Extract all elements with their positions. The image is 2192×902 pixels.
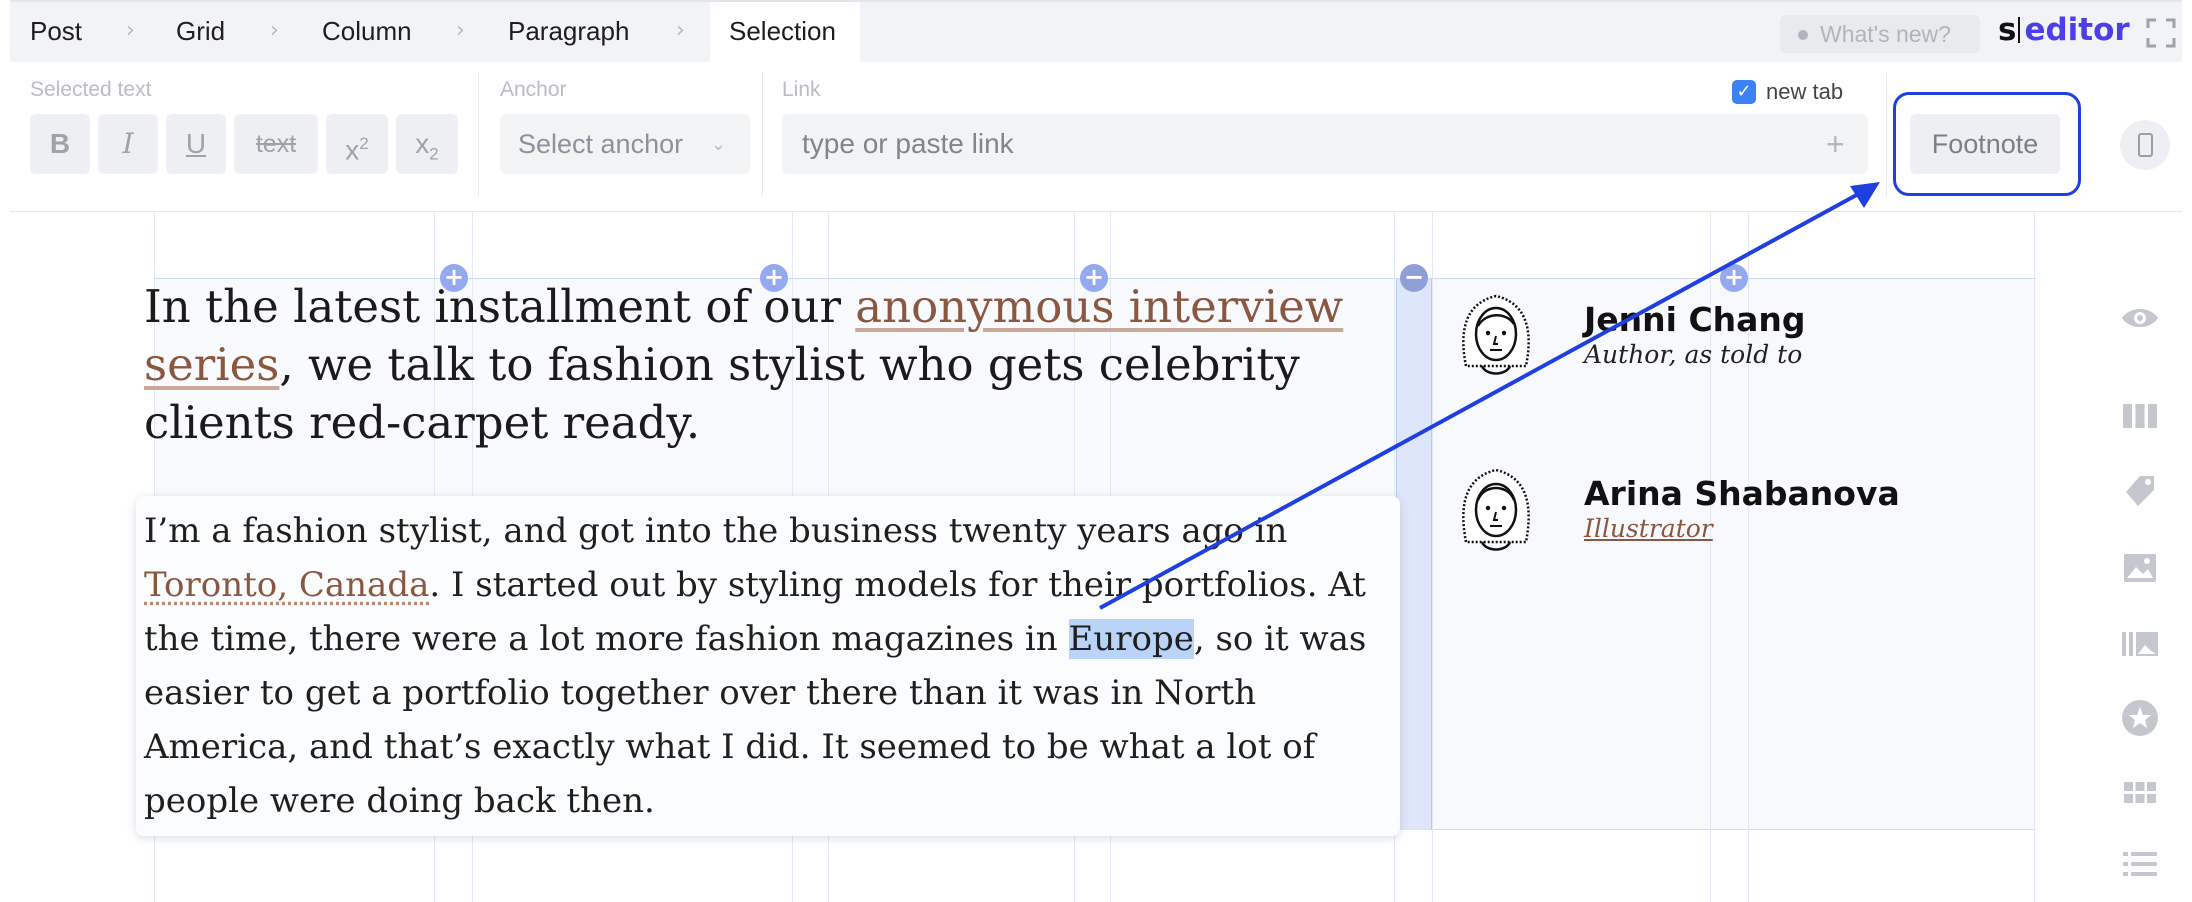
breadcrumb: Post › Grid › Column › Paragraph › Selec… <box>10 0 2182 64</box>
breadcrumb-post[interactable]: Post <box>30 16 82 47</box>
chevron-right-icon: › <box>456 18 465 43</box>
paragraph-link[interactable]: Toronto, Canada <box>144 565 429 605</box>
chevron-right-icon: › <box>270 18 279 43</box>
add-column-button[interactable]: + <box>1720 264 1748 292</box>
chevron-right-icon: › <box>126 18 135 43</box>
toolbar-divider <box>478 72 479 196</box>
column-gutter <box>1396 278 1432 830</box>
author-role[interactable]: Illustrator <box>1584 514 1713 543</box>
avatar-illustration-icon <box>1462 294 1530 375</box>
underline-button[interactable]: U <box>166 114 226 174</box>
star-icon[interactable] <box>2120 698 2160 738</box>
superscript-exp: 2 <box>359 134 369 153</box>
remove-column-button[interactable]: − <box>1400 264 1428 292</box>
list-icon[interactable] <box>2120 844 2160 884</box>
chevron-right-icon: › <box>676 18 685 43</box>
bold-button[interactable]: B <box>30 114 90 174</box>
strikethrough-button[interactable]: text <box>234 114 318 174</box>
eye-icon[interactable] <box>2120 298 2160 338</box>
new-tab-checkbox[interactable]: ✓ <box>1732 80 1756 104</box>
mobile-preview-button[interactable] <box>2120 120 2170 170</box>
subscript-exp: 2 <box>429 144 439 164</box>
app-logo: s editor <box>1998 12 2130 48</box>
whats-new-label: What's new? <box>1820 21 1951 47</box>
subscript-base: x <box>415 128 430 159</box>
selected-text[interactable]: Europe <box>1068 619 1194 659</box>
author-name: Jenni Chang <box>1584 300 1806 339</box>
selection-toolbar: Selected text B I U text x2 x2 Anchor Se… <box>10 62 2182 212</box>
add-link-icon[interactable]: + <box>1826 124 1845 164</box>
author-role: Author, as told to <box>1584 340 1803 369</box>
superscript-button[interactable]: x2 <box>326 114 388 174</box>
subscript-button[interactable]: x2 <box>396 114 458 174</box>
grid-guide <box>2034 212 2035 902</box>
gallery-icon[interactable] <box>2120 624 2160 664</box>
author-name: Arina Shabanova <box>1584 474 1900 513</box>
link-label: Link <box>782 78 821 101</box>
whats-new-button[interactable]: What's new? <box>1780 15 1980 53</box>
paragraph-text-part: I’m a fashion stylist, and got into the … <box>144 511 1288 551</box>
grid-icon[interactable] <box>2120 774 2160 814</box>
image-icon[interactable] <box>2120 548 2160 588</box>
breadcrumb-paragraph[interactable]: Paragraph <box>508 16 629 47</box>
superscript-base: x <box>345 134 360 166</box>
logo-suffix: editor <box>2024 12 2130 48</box>
avatar-illustration-icon <box>1462 468 1530 551</box>
breadcrumb-selection[interactable]: Selection <box>729 16 836 47</box>
italic-button[interactable]: I <box>98 114 158 174</box>
logo-prefix: s <box>1998 12 2017 48</box>
chevron-down-icon: ⌄ <box>710 134 726 154</box>
link-input[interactable]: type or paste link <box>782 114 1868 174</box>
breadcrumb-grid[interactable]: Grid <box>176 16 225 47</box>
tags-icon[interactable] <box>2120 470 2160 510</box>
anchor-select-value: Select anchor <box>518 129 684 159</box>
intro-text[interactable]: In the latest installment of our anonymo… <box>144 278 1394 452</box>
phone-icon <box>2138 133 2153 157</box>
footnote-button[interactable]: Footnote <box>1910 114 2060 174</box>
toolbar-divider <box>762 72 763 196</box>
new-tab-label: new tab <box>1766 79 1844 104</box>
logo-cursor <box>2018 17 2021 43</box>
anchor-select[interactable]: Select anchor ⌄ <box>500 114 750 174</box>
toolbar-divider <box>1886 72 1887 196</box>
fullscreen-icon[interactable] <box>2146 18 2176 48</box>
selected-text-label: Selected text <box>30 78 152 101</box>
columns-icon[interactable] <box>2120 396 2160 436</box>
grid-guide <box>1432 212 1433 902</box>
paragraph-text[interactable]: I’m a fashion stylist, and got into the … <box>144 504 1394 828</box>
anchor-label: Anchor <box>500 78 567 101</box>
status-dot-icon <box>1798 30 1808 40</box>
intro-text-end: , we talk to fashion stylist who gets ce… <box>144 338 1300 449</box>
intro-text-start: In the latest installment of our <box>144 280 856 333</box>
breadcrumb-column[interactable]: Column <box>322 16 412 47</box>
